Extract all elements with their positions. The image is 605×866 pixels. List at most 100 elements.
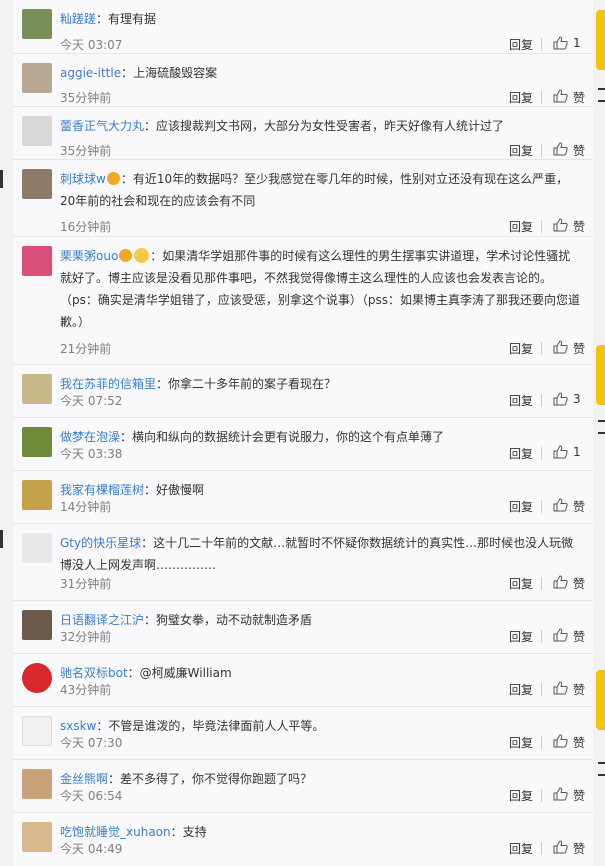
divider (541, 577, 542, 590)
reply-button[interactable]: 回复 (509, 218, 533, 235)
like-count: 赞 (573, 789, 586, 803)
reply-button[interactable]: 回复 (509, 36, 533, 53)
like-count: 赞 (573, 842, 586, 856)
reply-button[interactable]: 回复 (509, 498, 533, 515)
username-link[interactable]: 蕾香正气大力丸 (60, 119, 144, 133)
comment-text: aggie-ittle：上海硫酸毁容案 (60, 62, 580, 84)
divider (541, 500, 542, 513)
avatar[interactable] (22, 663, 52, 693)
reply-button[interactable]: 回复 (509, 734, 533, 751)
timestamp: 今天 06:54 (60, 789, 123, 803)
divider (541, 342, 542, 355)
list-item: 我在苏菲的信箱里：你拿二十多年前的案子看现在？ 今天 07:52 回复 3 (13, 365, 593, 418)
like-count: 赞 (573, 577, 586, 591)
comment-body: ：有近10年的数据吗？至少我感觉在零几年的时候，性别对立还没有现在这么严重，20… (60, 172, 569, 208)
edge-marker (598, 762, 605, 764)
divider (541, 683, 542, 696)
username-link[interactable]: 金丝熊啊 (60, 772, 108, 786)
divider (541, 447, 542, 460)
like-count: 3 (573, 392, 581, 406)
thumb-up-icon (553, 89, 568, 103)
username-link[interactable]: 做梦在泡澡 (60, 430, 120, 444)
avatar[interactable] (22, 480, 52, 510)
avatar[interactable] (22, 116, 52, 146)
reply-button[interactable]: 回复 (509, 840, 533, 857)
thumb-up-icon (553, 575, 568, 589)
avatar[interactable] (22, 533, 52, 563)
avatar[interactable] (22, 822, 52, 852)
username-link[interactable]: 籼蹉蹉 (60, 12, 96, 26)
thumb-up-icon (553, 392, 568, 406)
reply-button[interactable]: 回复 (509, 142, 533, 159)
edge-marker (598, 100, 605, 102)
reply-button[interactable]: 回复 (509, 575, 533, 592)
username-link[interactable]: 我家有棵榴莲树 (60, 483, 144, 497)
timestamp: 今天 04:49 (60, 842, 123, 856)
comment-text: 吃饱就睡觉_xuhaon：支持 (60, 821, 580, 843)
edge-marker (0, 530, 3, 548)
username-link[interactable]: Gty的快乐星球 (60, 536, 141, 550)
avatar[interactable] (22, 610, 52, 640)
username-link[interactable]: 日语翻译之江沪 (60, 613, 144, 627)
divider (541, 789, 542, 802)
list-item: 金丝熊啊：差不多得了，你不觉得你跑题了吗？ 今天 06:54 回复 赞 (13, 760, 593, 813)
reply-button[interactable]: 回复 (509, 787, 533, 804)
comment-body: ：有理有据 (96, 12, 157, 26)
avatar[interactable] (22, 63, 52, 93)
username-link[interactable]: 栗栗粥ouo (60, 249, 118, 263)
comment-body: ：@柯威廉William (127, 666, 232, 680)
comment-body: ：上海硫酸毁容案 (121, 66, 218, 80)
avatar[interactable] (22, 716, 52, 746)
divider (541, 144, 542, 157)
avatar[interactable] (22, 427, 52, 457)
reply-button[interactable]: 回复 (509, 681, 533, 698)
reply-button[interactable]: 回复 (509, 445, 533, 462)
avatar[interactable] (22, 9, 52, 39)
username-link[interactable]: 我在苏菲的信箱里 (60, 377, 156, 391)
like-count: 赞 (573, 683, 586, 697)
edge-marker (598, 432, 605, 434)
comment-body: ：不管是谁泼的，毕竟法律面前人人平等。 (96, 719, 325, 733)
avatar[interactable] (22, 169, 52, 199)
timestamp: 14分钟前 (60, 500, 112, 514)
timestamp: 今天 07:30 (60, 736, 123, 750)
thumbs-up-emoji-icon (134, 248, 150, 263)
timestamp: 31分钟前 (60, 577, 112, 591)
avatar[interactable] (22, 374, 52, 404)
list-item: aggie-ittle：上海硫酸毁容案 35分钟前 回复 赞 (13, 54, 593, 107)
timestamp: 35分钟前 (60, 144, 112, 158)
thumb-up-icon (553, 628, 568, 642)
comment-text: 我在苏菲的信箱里：你拿二十多年前的案子看现在？ (60, 373, 580, 395)
comment-text: 驰名双标bot：@柯威廉William (60, 662, 580, 684)
thumb-up-icon (553, 340, 568, 354)
reply-button[interactable]: 回复 (509, 340, 533, 357)
timestamp: 今天 03:38 (60, 447, 123, 461)
divider (541, 220, 542, 233)
thumb-up-icon (553, 681, 568, 695)
reply-button[interactable]: 回复 (509, 392, 533, 409)
username-link[interactable]: aggie-ittle (60, 66, 121, 80)
edge-accent (596, 670, 605, 730)
username-link[interactable]: sxskw (60, 719, 96, 733)
edge-marker (598, 420, 605, 422)
avatar[interactable] (22, 769, 52, 799)
list-item: 做梦在泡澡：横向和纵向的数据统计会更有说服力，你的这个有点单薄了 今天 03:3… (13, 418, 593, 471)
comment-body: ：支持 (170, 825, 207, 839)
reply-button[interactable]: 回复 (509, 628, 533, 645)
list-item: 刺球球w ：有近10年的数据吗？至少我感觉在零几年的时候，性别对立还没有现在这么严… (13, 160, 593, 237)
reply-button[interactable]: 回复 (509, 89, 533, 106)
edge-marker (598, 774, 605, 776)
username-link[interactable]: 驰名双标bot (60, 666, 128, 680)
comment-text: 籼蹉蹉：有理有据 (60, 8, 580, 30)
like-count: 赞 (573, 220, 586, 234)
avatar[interactable] (22, 246, 52, 276)
username-link[interactable]: 刺球球w (60, 172, 106, 186)
like-count: 赞 (573, 144, 586, 158)
comment-text: sxskw：不管是谁泼的，毕竟法律面前人人平等。 (60, 715, 580, 737)
comment-text: 做梦在泡澡：横向和纵向的数据统计会更有说服力，你的这个有点单薄了 (60, 426, 580, 448)
divider (541, 38, 542, 51)
edge-accent (596, 10, 605, 70)
username-link[interactable]: 吃饱就睡觉_xuhaon (60, 825, 171, 839)
vip-badge-icon (106, 172, 120, 185)
list-item: 吃饱就睡觉_xuhaon：支持 今天 04:49 回复 赞 (13, 813, 593, 866)
